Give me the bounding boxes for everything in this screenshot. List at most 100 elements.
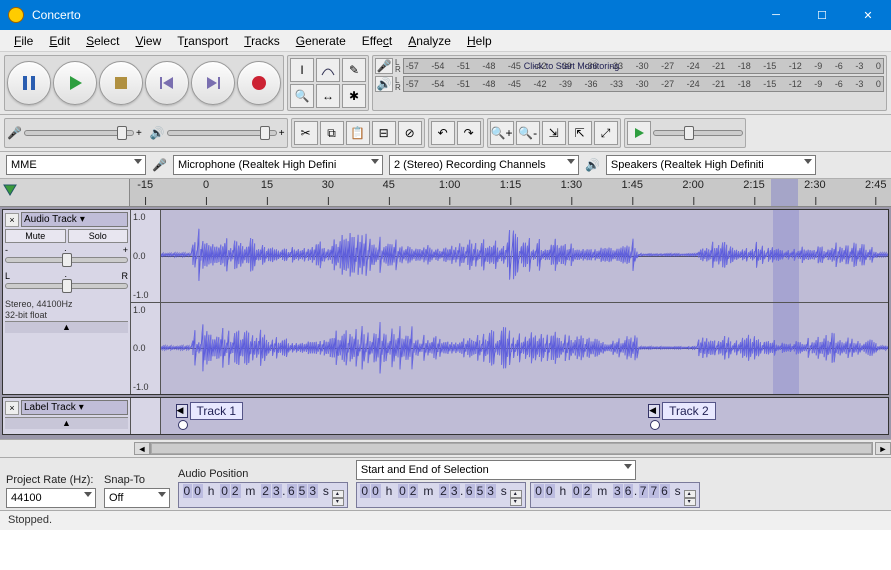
timeshift-tool-icon[interactable]: ↔ (316, 84, 340, 108)
waveform-right[interactable] (161, 303, 888, 395)
snap-to-combo[interactable]: Off (104, 488, 170, 508)
track-menu-button[interactable]: Audio Track ▾ (21, 212, 128, 227)
recording-device-combo[interactable]: Microphone (Realtek High Defini (173, 155, 383, 175)
minimize-button[interactable]: ─ (753, 0, 799, 30)
waveform-left[interactable] (161, 210, 888, 302)
gain-minus-label: - (5, 245, 8, 255)
horizontal-scrollbar[interactable]: ◄ ► (0, 439, 891, 457)
paste-button[interactable]: 📋 (346, 121, 370, 145)
draw-tool-icon[interactable]: ✎ (342, 58, 366, 82)
solo-button[interactable]: Solo (68, 229, 129, 243)
fit-selection-button[interactable]: ⇲ (542, 121, 566, 145)
recording-meter[interactable]: -57-54-51-48-45-42-39-36-33-30-27-24-21-… (403, 58, 884, 74)
track-format-info: Stereo, 44100Hz 32-bit float (5, 299, 128, 321)
audio-position-label: Audio Position (178, 468, 348, 480)
label-track-area[interactable]: ◀Track 1 ◀Track 2 (161, 398, 888, 434)
timeline-ruler[interactable]: -1501530451:001:151:301:452:002:152:302:… (130, 179, 891, 206)
track-close-button[interactable]: × (5, 213, 19, 227)
ruler-head[interactable] (0, 179, 130, 206)
zoom-tool-icon[interactable]: 🔍 (290, 84, 314, 108)
label-marker[interactable]: ◀Track 2 (648, 402, 716, 420)
envelope-tool-icon[interactable] (316, 58, 340, 82)
pan-slider[interactable] (5, 283, 128, 297)
recording-meter-hint: Click to Start Monitoring (404, 59, 883, 73)
recording-volume-slider[interactable] (24, 130, 134, 136)
close-button[interactable]: ✕ (845, 0, 891, 30)
selection-mode-combo[interactable]: Start and End of Selection (356, 460, 636, 480)
gain-slider[interactable] (5, 257, 128, 271)
scroll-left-button[interactable]: ◄ (134, 442, 150, 455)
project-rate-combo[interactable]: 44100 (6, 488, 96, 508)
mic-icon: 🎤 (7, 126, 22, 140)
menu-generate[interactable]: Generate (288, 32, 354, 50)
stop-button[interactable] (99, 61, 143, 105)
gain-plus-label: + (123, 245, 128, 255)
label-marker[interactable]: ◀Track 1 (176, 402, 244, 420)
scroll-thumb[interactable] (151, 443, 872, 454)
menu-file[interactable]: File (6, 32, 41, 50)
plus-icon-2: + (279, 128, 285, 139)
record-meter-toolbar: 🎤 LR -57-54-51-48-45-42-39-36-33-30-27-2… (372, 55, 887, 111)
audio-host-combo[interactable]: MME (6, 155, 146, 175)
skip-start-button[interactable] (145, 61, 189, 105)
pause-button[interactable] (7, 61, 51, 105)
scroll-right-button[interactable]: ► (875, 442, 891, 455)
playback-device-combo[interactable]: Speakers (Realtek High Definiti (606, 155, 816, 175)
fit-project-button[interactable]: ⇱ (568, 121, 592, 145)
play-button[interactable] (53, 61, 97, 105)
menu-tracks[interactable]: Tracks (236, 32, 288, 50)
trim-button[interactable]: ⊟ (372, 121, 396, 145)
label-track-close-button[interactable]: × (5, 401, 19, 415)
pin-playhead-icon[interactable] (2, 183, 18, 197)
track-collapse-button[interactable]: ▲ (5, 321, 128, 333)
zoom-toolbar: 🔍+ 🔍- ⇲ ⇱ ⤢ (487, 118, 621, 148)
cut-button[interactable]: ✂ (294, 121, 318, 145)
silence-button[interactable]: ⊘ (398, 121, 422, 145)
selection-toolbar: Project Rate (Hz): 44100 Snap-To Off Aud… (0, 457, 891, 510)
copy-button[interactable]: ⧉ (320, 121, 344, 145)
menu-analyze[interactable]: Analyze (400, 32, 459, 50)
menu-transport[interactable]: Transport (169, 32, 236, 50)
label-track-panel: × Label Track ▾ ▲ (3, 398, 131, 434)
zoom-toggle-button[interactable]: ⤢ (594, 121, 618, 145)
menubar: File Edit Select View Transport Tracks G… (0, 30, 891, 52)
mute-button[interactable]: Mute (5, 229, 66, 243)
label-track-menu-button[interactable]: Label Track ▾ (21, 400, 128, 415)
zoom-out-button[interactable]: 🔍- (516, 121, 540, 145)
zoom-in-button[interactable]: 🔍+ (490, 121, 514, 145)
playback-meter[interactable]: -57-54-51-48-45-42-39-36-33-30-27-24-21-… (403, 76, 884, 92)
skip-end-button[interactable] (191, 61, 235, 105)
audio-track: × Audio Track ▾ Mute Solo - · + L · R St… (2, 209, 889, 395)
menu-view[interactable]: View (127, 32, 169, 50)
menu-help[interactable]: Help (459, 32, 500, 50)
maximize-button[interactable]: ☐ (799, 0, 845, 30)
playback-speed-slider[interactable] (653, 130, 743, 136)
record-button[interactable] (237, 61, 281, 105)
transport-toolbar (4, 55, 284, 111)
vscale-left[interactable]: 1.00.0-1.0 (131, 210, 161, 302)
speaker-meter-icon[interactable]: 🔊 (375, 76, 393, 92)
multi-tool-icon[interactable]: ✱ (342, 84, 366, 108)
label-track-collapse-button[interactable]: ▲ (5, 417, 128, 429)
selection-end-field[interactable]: 00 h 02 m 36.776 s▴▾ (530, 482, 700, 508)
mic-meter-icon[interactable]: 🎤 (375, 58, 393, 74)
menu-effect[interactable]: Effect (354, 32, 400, 50)
recording-channels-combo[interactable]: 2 (Stereo) Recording Channels (389, 155, 579, 175)
status-bar: Stopped. (0, 510, 891, 530)
menu-edit[interactable]: Edit (41, 32, 78, 50)
label-vscale (131, 398, 161, 434)
playback-volume-slider[interactable] (167, 130, 277, 136)
selection-tool-icon[interactable]: I (290, 58, 314, 82)
selection-start-field[interactable]: 00 h 02 m 23.653 s▴▾ (356, 482, 526, 508)
menu-select[interactable]: Select (78, 32, 127, 50)
titlebar: Concerto ─ ☐ ✕ (0, 0, 891, 30)
vscale-right[interactable]: 1.00.0-1.0 (131, 303, 161, 395)
ruler-selection (771, 179, 798, 206)
redo-button[interactable]: ↷ (457, 121, 481, 145)
audio-position-field[interactable]: 00 h 02 m 23.653 s▴▾ (178, 482, 348, 508)
play-at-speed-button[interactable] (627, 121, 651, 145)
edit-toolbar: ✂ ⧉ 📋 ⊟ ⊘ (291, 118, 425, 148)
audio-track-panel: × Audio Track ▾ Mute Solo - · + L · R St… (3, 210, 131, 394)
plus-icon: + (136, 128, 142, 139)
undo-button[interactable]: ↶ (431, 121, 455, 145)
